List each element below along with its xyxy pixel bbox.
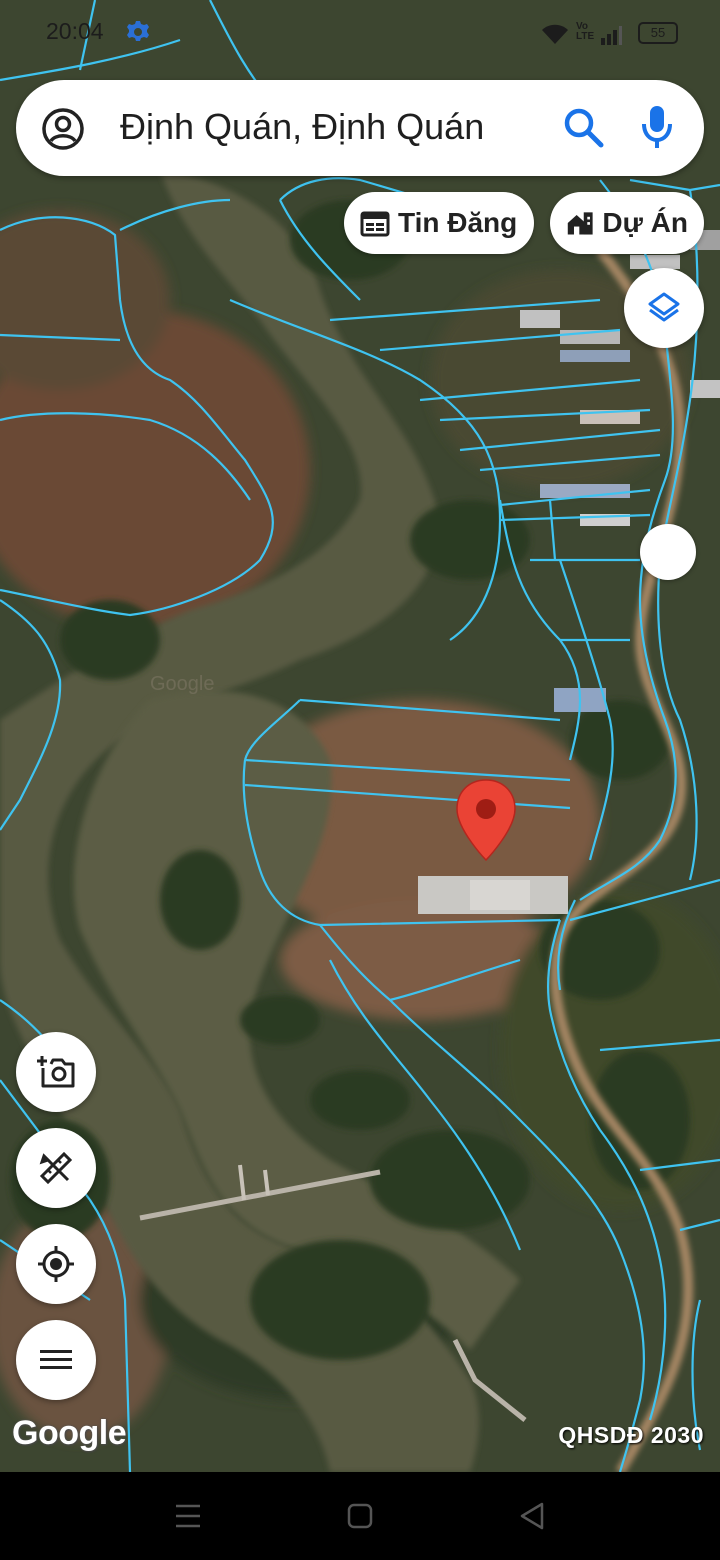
overlay-label: QHSDĐ 2030 <box>558 1422 704 1448</box>
hamburger-menu-icon <box>40 1350 72 1369</box>
back-icon[interactable] <box>518 1502 546 1535</box>
crosshair-icon <box>38 1246 74 1282</box>
map-handle[interactable] <box>640 524 696 580</box>
chip-label: Tin Đăng <box>398 207 518 238</box>
search-input[interactable]: Định Quán, Định Quán <box>120 106 484 148</box>
account-icon[interactable] <box>40 106 86 152</box>
my-location-button[interactable] <box>16 1224 96 1304</box>
battery-icon: 55 <box>638 22 678 44</box>
buildings-icon <box>567 212 593 235</box>
mic-icon[interactable] <box>640 104 674 152</box>
layers-button[interactable] <box>624 268 704 348</box>
battery-level: 55 <box>650 25 666 40</box>
menu-button[interactable] <box>16 1320 96 1400</box>
signal-icon <box>601 26 622 45</box>
volte-label: Vo LTE <box>576 21 595 42</box>
wifi-icon <box>542 24 568 44</box>
settings-gear-icon <box>127 21 149 41</box>
search-bar[interactable]: Định Quán, Định Quán <box>16 80 704 176</box>
ruler-pencil-icon <box>39 1151 73 1185</box>
status-time: 20:04 <box>46 18 104 44</box>
status-bar: 20:04 Vo LTE 55 <box>0 0 720 64</box>
layers-icon <box>648 292 680 322</box>
measure-button[interactable] <box>16 1128 96 1208</box>
chip-tin-dang[interactable]: Tin Đăng <box>344 192 534 254</box>
location-pin-icon[interactable] <box>454 778 518 864</box>
chip-du-an[interactable]: Dự Án <box>550 192 704 254</box>
camera-plus-icon <box>37 1056 75 1088</box>
chip-label: Dự Án <box>602 207 688 238</box>
search-icon[interactable] <box>562 106 606 150</box>
map-watermark: Google <box>150 673 215 695</box>
add-photo-button[interactable] <box>16 1032 96 1112</box>
home-icon[interactable] <box>346 1502 374 1535</box>
google-logo: Google <box>12 1414 127 1452</box>
system-nav-bar <box>0 1472 720 1560</box>
recents-icon[interactable] <box>174 1502 202 1535</box>
calendar-icon <box>360 211 390 237</box>
